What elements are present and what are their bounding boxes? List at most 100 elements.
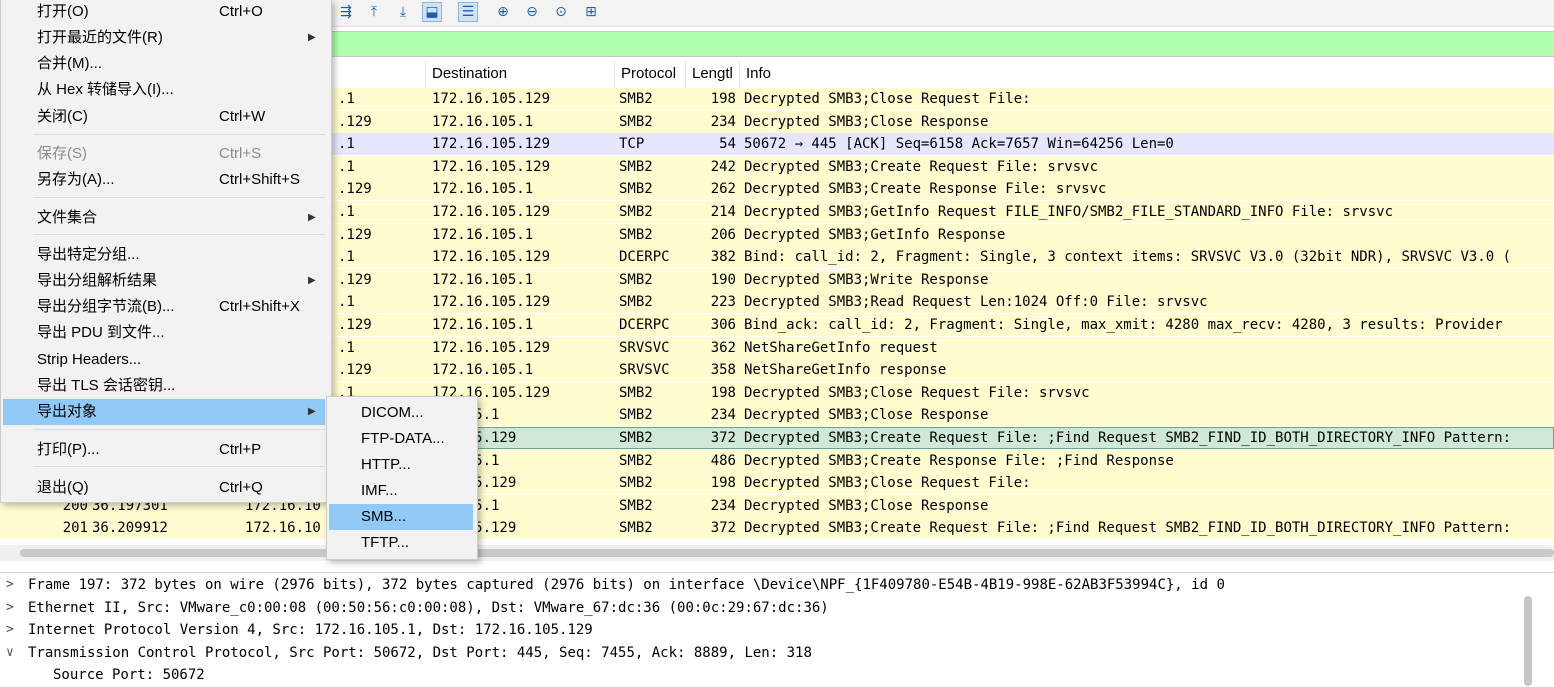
packet-info: NetShareGetInfo request (744, 339, 938, 356)
file-menu-item[interactable]: 导出 TLS 会话密钥... (3, 373, 325, 399)
submenu-arrow-icon: ▶ (308, 406, 316, 417)
packet-info: NetShareGetInfo response (744, 362, 947, 379)
export-objects-submenu: DICOM... FTP-DATA... HTTP... IMF... SMB... TF… (326, 396, 478, 560)
detail-row[interactable]: > Ethernet II, Src: VMware_c0:00:08 (00:5… (0, 597, 1520, 619)
packet-protocol: SMB2 (619, 271, 653, 288)
packet-details: > Frame 197: 372 bytes on wire (2976 bits… (0, 572, 1554, 687)
expand-arrow-icon[interactable]: > (6, 574, 18, 596)
packet-destination: 172.16.105.1 (432, 317, 534, 333)
detail-row[interactable]: ∨ Transmission Control Protocol, Src Port… (0, 642, 1520, 664)
file-menu-item[interactable]: 文件集合 ▶ (3, 205, 325, 231)
packet-destination: 172.16.105.1 (432, 271, 534, 288)
packet-length: 362 (710, 339, 736, 356)
packet-number: 201 (62, 520, 88, 537)
column-protocol-header[interactable]: Protocol (615, 60, 686, 88)
packet-protocol: DCERPC (619, 249, 670, 266)
packet-info: Decrypted SMB3;GetInfo Request FILE_INFO… (744, 204, 1394, 220)
menu-item-label: HTTP... (361, 456, 411, 473)
detail-text: Internet Protocol Version 4, Src: 172.16… (28, 622, 593, 639)
file-menu-item[interactable]: 关闭(C) Ctrl+W (3, 104, 325, 130)
column-info-header[interactable]: Info (740, 60, 1554, 88)
colorize-icon[interactable]: ☰ (458, 2, 478, 22)
file-menu-item[interactable]: Strip Headers... (3, 347, 325, 373)
packet-length: 54 (719, 136, 736, 153)
packet-length: 206 (710, 226, 736, 243)
packet-info: Decrypted SMB3;GetInfo Response (744, 226, 1006, 243)
file-menu-item[interactable]: 打印(P)... Ctrl+P (3, 437, 325, 463)
packet-length: 198 (710, 475, 736, 492)
export-object-item[interactable]: HTTP... (329, 452, 473, 478)
file-menu-item[interactable]: 导出 PDU 到文件... (3, 320, 325, 346)
zoom-in-icon[interactable]: ⊕ (493, 2, 513, 22)
packet-protocol: SRVSVC (619, 362, 670, 379)
detail-row[interactable]: > Frame 197: 372 bytes on wire (2976 bits… (0, 574, 1520, 596)
column-length-header[interactable]: Lengtl (686, 60, 740, 88)
menu-item-label: 合并(M)... (37, 55, 102, 72)
packet-info: Decrypted SMB3;Close Response (744, 113, 989, 130)
last-packet-icon[interactable]: ⤓ (393, 2, 413, 22)
packet-protocol: SMB2 (619, 452, 653, 469)
export-object-item[interactable]: TFTP... (329, 530, 473, 556)
file-menu-item[interactable]: 导出分组解析结果 ▶ (3, 268, 325, 294)
first-packet-icon[interactable]: ⤒ (364, 2, 384, 22)
packet-destination: 172.16.105.129 (432, 91, 551, 107)
menu-item-label: IMF... (361, 482, 398, 499)
export-object-item[interactable]: IMF... (329, 478, 473, 504)
file-menu-item[interactable]: 打开最近的文件(R) ▶ (3, 25, 325, 51)
vertical-scrollbar[interactable] (1524, 596, 1532, 686)
packet-time: 36.209912 (92, 520, 168, 537)
column-source-header[interactable] (330, 60, 426, 88)
file-menu-item[interactable]: 导出特定分组... (3, 242, 325, 268)
menu-item-label: 保存(S) (37, 145, 87, 162)
column-destination-header[interactable]: Destination (426, 60, 615, 88)
packet-row[interactable]: 20136.209912172.16.1016.105.129SMB2372De… (0, 517, 1554, 540)
packet-protocol: SMB2 (619, 181, 653, 198)
detail-row[interactable]: Source Port: 50672 (0, 664, 1520, 686)
packet-info: Decrypted SMB3;Create Request File: srvs… (744, 158, 1099, 175)
packet-protocol: SMB2 (619, 475, 653, 492)
resize-columns-icon[interactable]: ⊞ (581, 2, 601, 22)
zoom-out-icon[interactable]: ⊖ (522, 2, 542, 22)
collapse-arrow-icon[interactable]: ∨ (6, 642, 18, 664)
packet-destination: 172.16.105.1 (432, 113, 534, 130)
file-menu-item[interactable]: 导出对象 ▶ (3, 399, 325, 425)
file-menu-item[interactable]: 打开(O) Ctrl+O (3, 0, 325, 25)
file-menu-item[interactable]: 另存为(A)... Ctrl+Shift+S (3, 167, 325, 193)
packet-length: 358 (710, 362, 736, 379)
auto-scroll-icon[interactable]: ⬓ (422, 2, 442, 22)
packet-protocol: SMB2 (619, 497, 653, 514)
packet-protocol: SMB2 (619, 91, 653, 107)
menu-item-label: Strip Headers... (37, 351, 142, 368)
file-menu-item[interactable]: 合并(M)... (3, 51, 325, 77)
menu-item-label: 打开(O) (37, 3, 89, 20)
packet-protocol: SMB2 (619, 384, 653, 401)
packet-length: 198 (710, 384, 736, 401)
packet-length: 214 (710, 204, 736, 220)
packet-length: 234 (710, 407, 736, 424)
file-menu-item[interactable]: 导出分组字节流(B)... Ctrl+Shift+X (3, 294, 325, 320)
menu-item-shortcut: Ctrl+S (219, 145, 262, 162)
packet-destination: 172.16.105.129 (432, 294, 551, 311)
packet-info: Decrypted SMB3;Close Response (744, 497, 989, 514)
expand-arrow-icon[interactable]: > (6, 619, 18, 641)
menu-item-shortcut: Ctrl+Shift+S (219, 171, 300, 188)
export-object-item[interactable]: DICOM... (329, 400, 473, 426)
file-menu-item[interactable]: 从 Hex 转储导入(I)... (3, 77, 325, 103)
menu-separator (33, 234, 325, 235)
detail-row[interactable]: > Internet Protocol Version 4, Src: 172.1… (0, 619, 1520, 641)
packet-info: Decrypted SMB3;Create Request File: ;Fin… (744, 520, 1512, 537)
menu-item-label: DICOM... (361, 404, 424, 421)
expand-arrow-icon[interactable]: > (6, 597, 18, 619)
packet-length: 223 (710, 294, 736, 311)
file-menu-item[interactable]: 退出(Q) Ctrl+Q (3, 475, 325, 501)
export-object-item[interactable]: FTP-DATA... (329, 426, 473, 452)
packet-length: 198 (710, 91, 736, 107)
menu-separator (33, 197, 325, 198)
file-menu: 打开(O) Ctrl+O 打开最近的文件(R) ▶ 合并(M)... 从 Hex 转储导入… (0, 0, 332, 503)
go-to-packet-icon[interactable]: ⇶ (336, 2, 356, 22)
horizontal-scrollbar[interactable] (20, 549, 1554, 557)
packet-length: 262 (710, 181, 736, 198)
export-object-item[interactable]: SMB... (329, 504, 473, 530)
zoom-normal-icon[interactable]: ⊙ (551, 2, 571, 22)
detail-text: Ethernet II, Src: VMware_c0:00:08 (00:50… (28, 599, 829, 616)
